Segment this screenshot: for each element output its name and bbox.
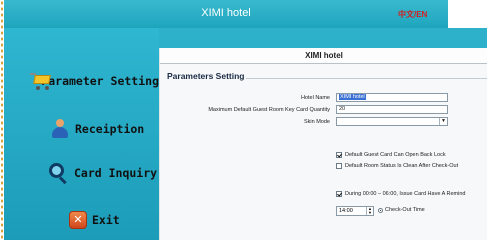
checkbox-box[interactable]	[336, 163, 342, 169]
language-toggle[interactable]: 中文/EN	[398, 9, 427, 20]
sidebar-item-card-inquiry[interactable]: Card Inquiry	[4, 158, 159, 188]
sidebar-item-receiption[interactable]: Receiption	[4, 114, 159, 144]
panel-header: XIMI hotel	[160, 48, 487, 64]
checkout-time-option[interactable]: Check-Out Time	[378, 207, 425, 213]
sidebar-item-exit[interactable]: ✕ Exit	[4, 205, 159, 235]
sidebar-item-label: Exit	[92, 213, 120, 227]
checkbox-night-issue-remind[interactable]: During 00:00 – 06:00, Issue Card Have A …	[336, 191, 465, 197]
spinner-arrows-icon[interactable]: ▲ ▼	[366, 207, 373, 215]
title-bar: XIMI hotel 中文/EN	[4, 0, 448, 28]
max-cards-input[interactable]: 20	[336, 105, 448, 114]
checkbox-box[interactable]	[336, 152, 342, 158]
cart-icon	[30, 71, 51, 91]
window-title: XIMI hotel	[201, 7, 251, 19]
checkbox-label: Default Guest Card Can Open Back Lock	[345, 152, 446, 158]
panel-header-title: XIMI hotel	[305, 51, 343, 60]
sidebar-item-label: Receiption	[75, 122, 145, 136]
checkbox-guest-card-back-lock[interactable]: Default Guest Card Can Open Back Lock	[336, 152, 446, 158]
skin-mode-label: Skin Mode	[304, 119, 330, 125]
hotel-name-label: Hotel Name	[300, 95, 330, 101]
checkout-time-label: Check-Out Time	[385, 207, 425, 213]
hotel-name-value: XIMI hotel	[339, 94, 366, 100]
radio-button[interactable]	[378, 207, 383, 213]
hotel-name-input[interactable]: XIMI hotel	[336, 93, 448, 102]
sidebar: Parameter Setting Receiption Card Inquir…	[4, 28, 159, 240]
content-top-strip	[159, 28, 487, 48]
checkbox-box[interactable]	[336, 191, 342, 197]
title-bar-blank-area	[448, 6, 487, 26]
person-icon	[50, 119, 70, 139]
sidebar-item-parameter-setting[interactable]: Parameter Setting	[4, 66, 159, 96]
sidebar-item-label: Parameter Setting	[41, 74, 159, 88]
checkout-time-value: 14:00	[339, 208, 353, 214]
checkout-time-spinner[interactable]: 14:00 ▲ ▼	[336, 206, 374, 216]
main-panel: XIMI hotel Parameters Setting Hotel Name…	[159, 48, 487, 240]
magnifier-icon	[47, 162, 69, 185]
chevron-down-icon[interactable]: ▼	[439, 118, 447, 125]
checkbox-label: Default Room Status Is Clean After Check…	[345, 163, 459, 169]
exit-icon: ✕	[69, 211, 87, 229]
skin-mode-select[interactable]: ▼	[336, 117, 448, 126]
checkbox-label: During 00:00 – 06:00, Issue Card Have A …	[345, 191, 466, 197]
max-cards-label: Maximum Default Guest Room Key Card Quan…	[208, 107, 330, 113]
sidebar-item-label: Card Inquiry	[74, 166, 158, 180]
parameters-group	[165, 78, 487, 240]
section-title: Parameters Setting	[165, 71, 247, 81]
checkbox-room-clean-after-checkout[interactable]: Default Room Status Is Clean After Check…	[336, 163, 458, 169]
